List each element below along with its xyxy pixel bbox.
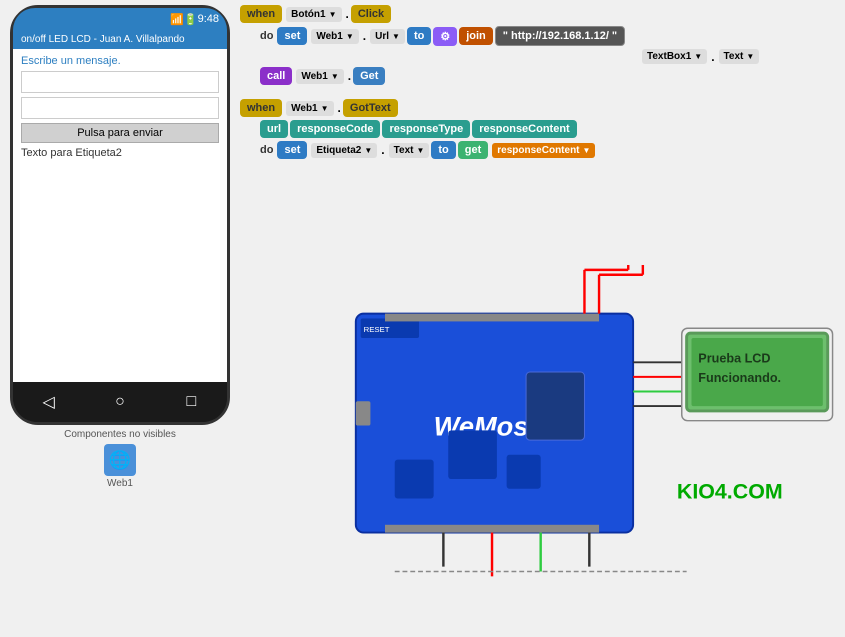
phone-title-bar: on/off LED LCD - Juan A. Villalpando [13,30,227,49]
block-row-set-url: do set Web1 ▼ . Url ▼ to ⚙ join " http:/… [260,26,830,46]
click-block: Click [351,5,391,23]
block-row-set-etiqueta: do set Etiqueta2 ▼ . Text ▼ to get respo… [260,141,830,159]
set-block-2: set [277,141,307,159]
dropdown-arrow: ▼ [329,10,337,19]
dot3: . [711,50,714,64]
wiring-diagram: WeMosD1 RESET [290,265,840,625]
svg-text:RESET: RESET [364,325,390,334]
recents-button[interactable]: □ [180,391,202,413]
when-block: when [240,5,282,23]
svg-text:Funcionando.: Funcionando. [698,371,781,385]
phone-bottom-area: Componentes no visibles 🌐 Web1 [10,425,230,493]
block-row-when-click: when Botón1 ▼ . Click [240,5,830,23]
web1-when-dropdown[interactable]: Web1 ▼ [286,101,333,116]
to-block: to [407,27,431,45]
response-content-dropdown[interactable]: responseContent ▼ [492,143,595,158]
block-row-textbox: TextBox1 ▼ . Text ▼ [640,49,830,64]
home-button[interactable]: ○ [109,391,131,413]
gottext-block: GotText [343,99,398,117]
dot6: . [381,143,384,157]
svg-text:KIO4.COM: KIO4.COM [677,480,783,504]
gear-block: ⚙ [433,27,457,46]
web1-label: Web1 [107,478,133,489]
web1-component: 🌐 Web1 [104,444,136,489]
when-block-2: when [240,99,282,117]
status-time: 9:48 [198,13,219,25]
battery-icon: 🔋 [184,13,198,26]
call-block: call [260,67,292,85]
text-dropdown[interactable]: Text ▼ [719,49,760,64]
message-input[interactable] [21,71,219,93]
dot1: . [346,7,349,21]
block-group-2: when Web1 ▼ . GotText url responseCode r… [240,99,830,159]
get-block-2: get [458,141,489,159]
dot2: . [363,29,366,43]
block-row-call: call Web1 ▼ . Get [260,67,830,85]
back-button[interactable]: ◁ [38,391,60,413]
do-label: do [260,30,273,42]
boton1-dropdown[interactable]: Botón1 ▼ [286,7,341,22]
phone-mockup: 📶 🔋 9:48 on/off LED LCD - Juan A. Villal… [10,5,230,425]
response-type-param: responseType [382,120,470,138]
when-label: when [247,8,275,20]
response-code-param: responseCode [290,120,380,138]
wifi-icon: 📶 [170,13,184,26]
app-title: on/off LED LCD - Juan A. Villalpando [21,34,185,45]
phone-status-bar: 📶 🔋 9:48 [13,8,227,30]
etiqueta2-dropdown[interactable]: Etiqueta2 ▼ [311,143,377,158]
send-button[interactable]: Pulsa para enviar [21,123,219,143]
message-input2[interactable] [21,97,219,119]
join-block: join [459,27,493,45]
do-label-2: do [260,144,273,156]
url-param: url [260,120,288,138]
phone-nav-bar: ◁ ○ □ [13,382,227,422]
svg-text:WeMosD1: WeMosD1 [434,410,564,441]
web1-call-dropdown[interactable]: Web1 ▼ [296,69,343,84]
get-block: Get [353,67,385,85]
dot4: . [348,69,351,83]
block-row-gottext: when Web1 ▼ . GotText [240,99,830,117]
blocks-area: when Botón1 ▼ . Click do set Web1 ▼ . Ur [240,5,830,173]
block-group-1: when Botón1 ▼ . Click do set Web1 ▼ . Ur [240,5,830,85]
to-block-2: to [431,141,455,159]
components-label: Componentes no visibles [10,429,230,440]
svg-text:Prueba LCD: Prueba LCD [698,351,770,365]
write-label: Escribe un mensaje. [21,55,219,67]
url-dropdown[interactable]: Url ▼ [370,29,405,44]
web1-icon: 🌐 [104,444,136,476]
block-row-params: url responseCode responseType responseCo… [260,120,830,138]
response-content-param: responseContent [472,120,576,138]
textbox1-dropdown[interactable]: TextBox1 ▼ [642,49,707,64]
url-value: " http://192.168.1.12/ " [503,30,617,42]
diagram-area: WeMosD1 RESET [290,265,840,625]
dot5: . [338,101,341,115]
text-prop-dropdown[interactable]: Text ▼ [389,143,430,158]
set-block: set [277,27,307,45]
etiqueta2-label: Texto para Etiqueta2 [21,147,219,159]
phone-outer: 📶 🔋 9:48 on/off LED LCD - Juan A. Villal… [10,5,230,425]
url-string-block: " http://192.168.1.12/ " [495,26,625,46]
phone-screen: Escribe un mensaje. Pulsa para enviar Te… [13,49,227,382]
web1-set-dropdown[interactable]: Web1 ▼ [311,29,358,44]
